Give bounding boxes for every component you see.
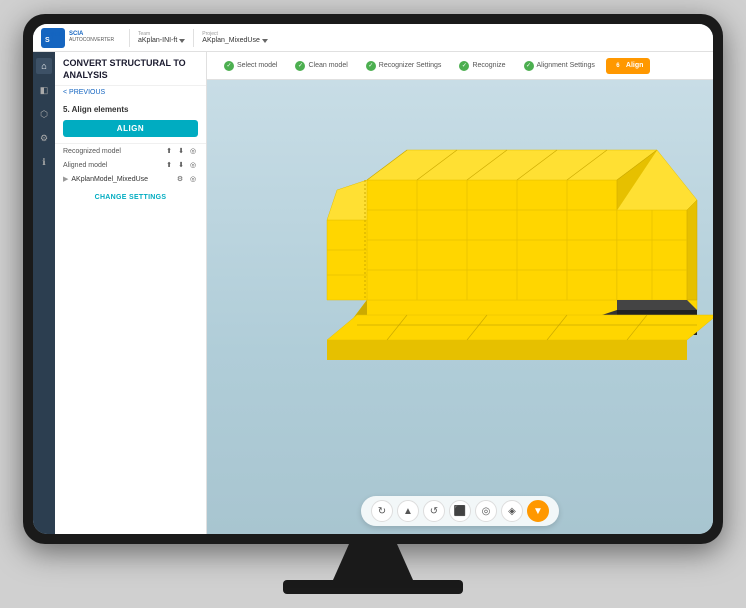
step-title: 5. Align elements (63, 105, 198, 114)
camera-button[interactable]: ⬛ (449, 500, 471, 522)
workflow-tabs: ✓ Select model ✓ Clean model ✓ Recognize… (207, 52, 713, 80)
tab-check-clean: ✓ (295, 61, 305, 71)
recognized-model-row: Recognized model ⬆ ⬇ ◎ (55, 144, 206, 158)
recognized-model-label: Recognized model (63, 148, 164, 155)
cursor-button[interactable]: ▲ (397, 500, 419, 522)
content-area: ✓ Select model ✓ Clean model ✓ Recognize… (207, 52, 713, 534)
svg-text:S: S (45, 37, 50, 44)
file-row: ▶ AKplanModel_MixedUse ⚙ ◎ (55, 172, 206, 186)
monitor-base (283, 580, 463, 594)
sidebar-icon-layers[interactable]: ◧ (36, 82, 52, 98)
eye-view-button[interactable]: ◎ (475, 500, 497, 522)
tab-check-recognizer: ✓ (366, 61, 376, 71)
step-section: 5. Align elements ALIGN (55, 99, 206, 144)
file-settings-icon[interactable]: ⚙ (175, 174, 185, 184)
upload-icon[interactable]: ⬆ (164, 146, 174, 156)
tab-recognizer-settings[interactable]: ✓ Recognizer Settings (359, 58, 449, 74)
topbar-divider-2 (193, 29, 194, 47)
team-section: Team aKplan-INI-ft (138, 31, 185, 44)
aligned-model-label: Aligned model (63, 162, 164, 169)
sidebar-icon-shapes[interactable]: ⬡ (36, 106, 52, 122)
tab-check-select: ✓ (224, 61, 234, 71)
project-value[interactable]: AKplan_MixedUse (202, 37, 268, 44)
building-3d (307, 100, 713, 400)
tab-clean-model[interactable]: ✓ Clean model (288, 58, 354, 74)
aligned-model-row: Aligned model ⬆ ⬇ ◎ (55, 158, 206, 172)
top-bar: S SCIA SCIA AUTOCONVERTER Team (33, 24, 713, 52)
tab-alignment-settings[interactable]: ✓ Alignment Settings (517, 58, 602, 74)
rotate-button[interactable]: ↻ (371, 500, 393, 522)
topbar-divider-1 (129, 29, 130, 47)
sidebar-icons: ⌂ ◧ ⬡ ⚙ ℹ (33, 52, 55, 534)
team-value[interactable]: aKplan-INI-ft (138, 37, 185, 44)
tab-select-model[interactable]: ✓ Select model (217, 58, 284, 74)
file-name: AKplanModel_MixedUse (71, 176, 148, 183)
project-section: Project AKplan_MixedUse (202, 31, 268, 44)
monitor: S SCIA SCIA AUTOCONVERTER Team (23, 14, 723, 544)
tab-check-alignment: ✓ (524, 61, 534, 71)
monitor-stand (333, 544, 413, 580)
tab-recognize[interactable]: ✓ Recognize (452, 58, 512, 74)
eye2-icon[interactable]: ◎ (188, 160, 198, 170)
align-button[interactable]: ALIGN (63, 120, 198, 137)
left-panel: CONVERT STRUCTURAL TO ANALYSIS < PREVIOU… (55, 52, 207, 534)
recognized-model-icons: ⬆ ⬇ ◎ (164, 146, 198, 156)
change-settings-button[interactable]: CHANGE SETTINGS (55, 186, 206, 209)
logo-area: S SCIA SCIA AUTOCONVERTER (41, 28, 121, 48)
main-row: ⌂ ◧ ⬡ ⚙ ℹ CONVERT STRUCTURAL TO ANALYSIS… (33, 52, 713, 534)
wifi-button[interactable]: ▼ (527, 500, 549, 522)
sidebar-icon-info[interactable]: ℹ (36, 154, 52, 170)
model-rows: Recognized model ⬆ ⬇ ◎ Aligned model (55, 144, 206, 172)
viewport[interactable]: ↻ ▲ ↺ ⬛ ◎ ◈ ▼ (207, 80, 713, 534)
file-eye-icon[interactable]: ◎ (188, 174, 198, 184)
sidebar-icon-settings[interactable]: ⚙ (36, 130, 52, 146)
aligned-model-icons: ⬆ ⬇ ◎ (164, 160, 198, 170)
undo-button[interactable]: ↺ (423, 500, 445, 522)
download-icon[interactable]: ⬇ (176, 146, 186, 156)
app-container: S SCIA SCIA AUTOCONVERTER Team (33, 24, 713, 534)
project-dropdown-icon (262, 39, 268, 43)
tab-num-align: 6 (613, 61, 623, 71)
download2-icon[interactable]: ⬇ (176, 160, 186, 170)
tab-check-recognize: ✓ (459, 61, 469, 71)
eye-icon[interactable]: ◎ (188, 146, 198, 156)
previous-button[interactable]: < PREVIOUS (55, 86, 206, 99)
expand-icon[interactable]: ▶ (63, 175, 68, 183)
logo-subtitle: AUTOCONVERTER (69, 38, 114, 44)
layers-view-button[interactable]: ◈ (501, 500, 523, 522)
tab-align[interactable]: 6 Align (606, 58, 651, 74)
team-dropdown-icon (179, 39, 185, 43)
viewport-toolbar: ↻ ▲ ↺ ⬛ ◎ ◈ ▼ (361, 496, 559, 526)
screen: S SCIA SCIA AUTOCONVERTER Team (33, 24, 713, 534)
sidebar-icon-home[interactable]: ⌂ (36, 58, 52, 74)
logo-icon: S SCIA (41, 28, 65, 48)
page-title: CONVERT STRUCTURAL TO ANALYSIS (55, 52, 206, 86)
upload2-icon[interactable]: ⬆ (164, 160, 174, 170)
svg-text:SCIA: SCIA (51, 32, 63, 38)
